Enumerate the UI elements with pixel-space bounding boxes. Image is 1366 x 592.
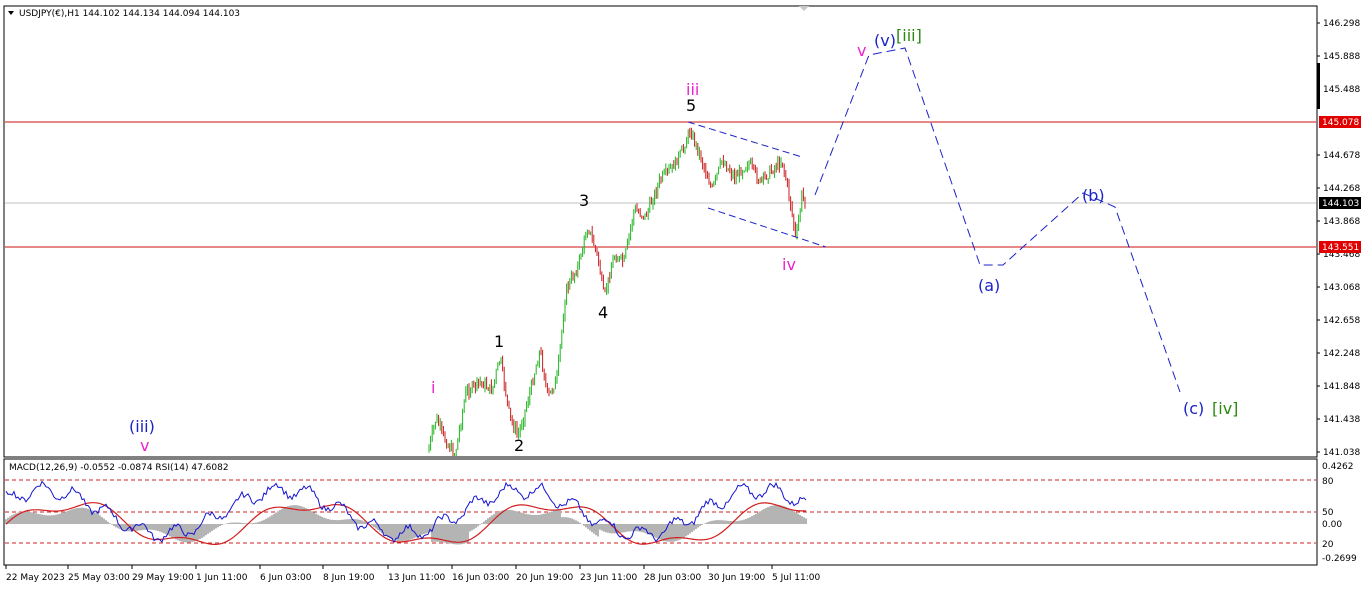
wave-label-1: 1 bbox=[494, 332, 504, 351]
wave-label-2: 2 bbox=[514, 436, 524, 455]
time-tick-label: 13 Jun 11:00 bbox=[388, 573, 445, 583]
price-tick-label: 144.678 bbox=[1323, 151, 1360, 161]
price-tick-label: 142.248 bbox=[1323, 349, 1360, 359]
time-tick-label: 20 Jun 19:00 bbox=[516, 573, 573, 583]
time-tick-label: 28 Jun 03:00 bbox=[644, 573, 701, 583]
time-tick-label: 25 May 03:00 bbox=[68, 573, 130, 583]
current-price-label: 144.103 bbox=[1322, 199, 1359, 209]
wave-label-5: 5 bbox=[686, 96, 696, 115]
time-tick-label: 22 May 2023 bbox=[6, 573, 65, 583]
price-tick-label: 145.888 bbox=[1323, 52, 1360, 62]
price-tick-label: 142.658 bbox=[1323, 316, 1360, 326]
time-tick-label: 8 Jun 19:00 bbox=[323, 573, 375, 583]
indicator-tick-min: -0.2699 bbox=[1322, 554, 1357, 564]
chart-canvas[interactable]: USDJPY(€),H1 144.102 144.134 144.094 144… bbox=[0, 0, 1366, 588]
wave-label-iv-primary: [iv] bbox=[1212, 399, 1238, 418]
time-tick-label: 16 Jun 03:00 bbox=[452, 573, 509, 583]
resistance-price-label: 145.078 bbox=[1322, 118, 1359, 128]
time-tick-label: 29 May 19:00 bbox=[132, 573, 194, 583]
time-tick-label: 30 Jun 19:00 bbox=[708, 573, 765, 583]
price-tick-label: 141.038 bbox=[1323, 448, 1360, 458]
price-axis[interactable]: 146.298 145.888 145.488 144.678 144.268 143.8… bbox=[1317, 19, 1361, 458]
symbol-info: USDJPY(€),H1 144.102 144.134 144.094 144… bbox=[19, 9, 240, 19]
indicator-info: MACD(12,26,9) -0.0552 -0.0874 RSI(14) 47… bbox=[9, 463, 229, 473]
wave-label-iii-intermediate-left: (iii) bbox=[129, 417, 155, 436]
wave-label-v-minor: v bbox=[857, 41, 866, 60]
time-tick-label: 1 Jun 11:00 bbox=[196, 573, 248, 583]
wave-label-iv-minor: iv bbox=[782, 255, 796, 274]
price-tick-label: 143.868 bbox=[1323, 217, 1360, 227]
wave-label-a: (a) bbox=[978, 276, 1000, 295]
price-tick-label: 143.068 bbox=[1323, 283, 1360, 293]
indicator-tick-zero: 0.00 bbox=[1322, 520, 1342, 530]
support-price-label: 143.551 bbox=[1322, 243, 1359, 253]
price-tick-label: 145.488 bbox=[1323, 85, 1360, 95]
time-tick-label: 6 Jun 03:00 bbox=[260, 573, 312, 583]
indicator-tick-80: 80 bbox=[1322, 477, 1334, 487]
indicator-tick-50: 50 bbox=[1322, 508, 1334, 518]
wave-label-b: (b) bbox=[1082, 186, 1105, 205]
wave-label-4: 4 bbox=[598, 303, 608, 322]
time-tick-label: 5 Jul 11:00 bbox=[772, 573, 821, 583]
indicator-tick-max: 0.4262 bbox=[1322, 462, 1354, 472]
wave-label-v-intermediate: (v) bbox=[874, 31, 896, 50]
price-tick-label: 141.848 bbox=[1323, 382, 1360, 392]
price-tick-label: 146.298 bbox=[1323, 19, 1360, 29]
wave-label-iii-primary: [iii] bbox=[896, 26, 922, 45]
wave-label-v-minor-left: v bbox=[140, 436, 149, 455]
price-tick-label: 144.268 bbox=[1323, 184, 1360, 194]
price-tick-label: 141.438 bbox=[1323, 415, 1360, 425]
price-scale-bar bbox=[1317, 63, 1320, 109]
time-axis[interactable]: 22 May 2023 25 May 03:00 29 May 19:00 1 Jun… bbox=[5, 565, 821, 583]
wave-label-3: 3 bbox=[579, 191, 589, 210]
time-tick-label: 23 Jun 11:00 bbox=[580, 573, 637, 583]
indicator-tick-20: 20 bbox=[1322, 540, 1334, 550]
wave-label-c: (c) bbox=[1183, 399, 1204, 418]
main-price-panel[interactable] bbox=[3, 5, 1318, 458]
mt4-chart-window: USDJPY(€),H1 144.102 144.134 144.094 144… bbox=[0, 0, 1366, 588]
indicator-axis[interactable]: 0.4262 80 50 0.00 20 -0.2699 bbox=[1322, 462, 1357, 564]
wave-label-i-minor: i bbox=[431, 378, 435, 397]
